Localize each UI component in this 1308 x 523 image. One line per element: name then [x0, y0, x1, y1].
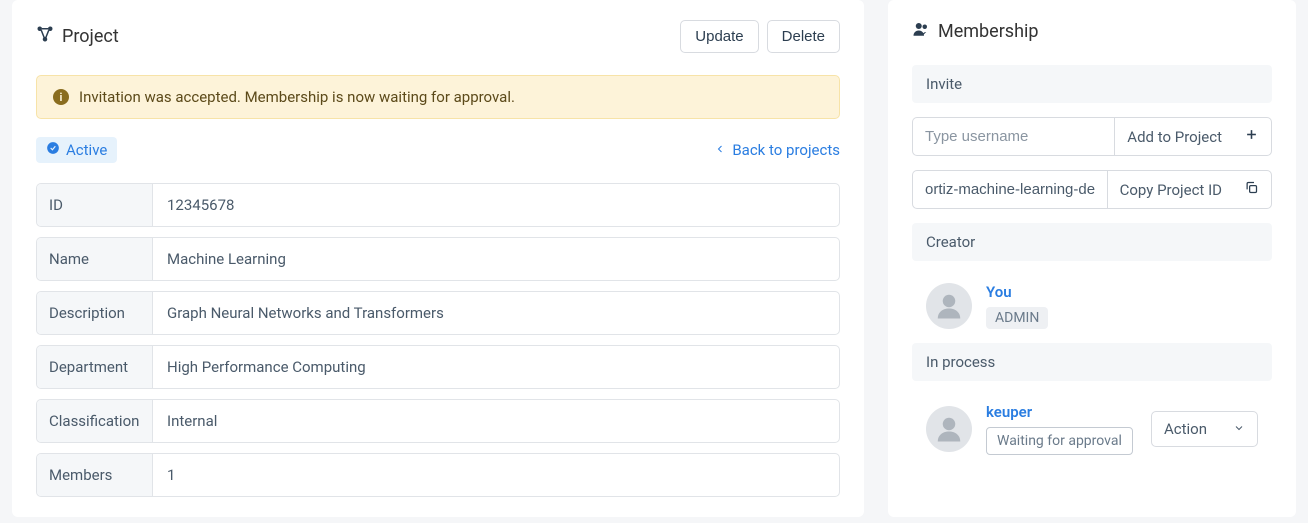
status-row: Active Back to projects — [36, 137, 840, 163]
status-text: Active — [66, 141, 107, 159]
project-icon — [36, 25, 54, 48]
project-id-input[interactable] — [912, 170, 1107, 209]
update-button[interactable]: Update — [680, 20, 758, 53]
value-name: Machine Learning — [153, 238, 839, 280]
delete-button[interactable]: Delete — [767, 20, 840, 53]
add-to-project-button[interactable]: Add to Project — [1114, 117, 1272, 156]
pending-member-row: keuper Waiting for approval Action — [912, 395, 1272, 463]
add-button-text: Add to Project — [1127, 128, 1222, 146]
membership-title-text: Membership — [938, 21, 1039, 42]
users-icon — [912, 20, 930, 43]
label-name: Name — [37, 238, 153, 280]
back-link-text: Back to projects — [732, 141, 840, 159]
membership-panel: Membership Invite Add to Project Copy Pr… — [888, 0, 1296, 517]
check-circle-icon — [46, 141, 60, 159]
project-info-table: ID 12345678 Name Machine Learning Descri… — [36, 183, 840, 497]
row-department: Department High Performance Computing — [36, 345, 840, 389]
pending-status-badge: Waiting for approval — [986, 427, 1133, 455]
row-id: ID 12345678 — [36, 183, 840, 227]
value-description: Graph Neural Networks and Transformers — [153, 292, 839, 334]
copy-button-text: Copy Project ID — [1120, 181, 1222, 199]
pending-action-select[interactable]: Action — [1151, 411, 1258, 447]
project-header: Project Update Delete — [36, 20, 840, 53]
chevron-down-icon — [1233, 420, 1245, 438]
creator-left: You ADMIN — [926, 283, 1048, 329]
label-members: Members — [37, 454, 153, 496]
copy-project-id-button[interactable]: Copy Project ID — [1107, 170, 1272, 209]
alert-text: Invitation was accepted. Membership is n… — [79, 88, 515, 106]
back-to-projects-link[interactable]: Back to projects — [714, 141, 840, 159]
project-id-group: Copy Project ID — [912, 170, 1272, 209]
avatar — [926, 406, 972, 452]
row-members: Members 1 — [36, 453, 840, 497]
value-members: 1 — [153, 454, 839, 496]
status-badge: Active — [36, 137, 117, 163]
invite-input-group: Add to Project — [912, 117, 1272, 156]
membership-header: Membership — [912, 20, 1272, 43]
avatar — [926, 283, 972, 329]
row-description: Description Graph Neural Networks and Tr… — [36, 291, 840, 335]
invitation-alert: i Invitation was accepted. Membership is… — [36, 75, 840, 119]
pending-name-link[interactable]: keuper — [986, 403, 1032, 421]
copy-icon — [1244, 180, 1259, 199]
invite-section-head: Invite — [912, 65, 1272, 103]
creator-name-link[interactable]: You — [986, 283, 1012, 301]
creator-role-badge: ADMIN — [986, 307, 1048, 329]
row-name: Name Machine Learning — [36, 237, 840, 281]
action-select-label: Action — [1164, 420, 1207, 438]
value-classification: Internal — [153, 400, 839, 442]
creator-row: You ADMIN — [912, 275, 1272, 337]
project-panel: Project Update Delete i Invitation was a… — [12, 0, 864, 517]
pending-left: keuper Waiting for approval — [926, 403, 1133, 455]
label-department: Department — [37, 346, 153, 388]
inprocess-section-head: In process — [912, 343, 1272, 381]
label-id: ID — [37, 184, 153, 226]
membership-title: Membership — [912, 20, 1039, 43]
plus-icon — [1244, 127, 1259, 146]
pending-info: keuper Waiting for approval — [986, 403, 1133, 455]
value-department: High Performance Computing — [153, 346, 839, 388]
row-classification: Classification Internal — [36, 399, 840, 443]
info-icon: i — [53, 89, 69, 105]
label-classification: Classification — [37, 400, 153, 442]
creator-section-head: Creator — [912, 223, 1272, 261]
value-id: 12345678 — [153, 184, 839, 226]
username-input[interactable] — [912, 117, 1114, 156]
creator-info: You ADMIN — [986, 283, 1048, 329]
project-title: Project — [36, 25, 119, 48]
project-title-text: Project — [62, 26, 119, 47]
label-description: Description — [37, 292, 153, 334]
chevron-left-icon — [714, 141, 726, 159]
project-actions: Update Delete — [680, 20, 840, 53]
